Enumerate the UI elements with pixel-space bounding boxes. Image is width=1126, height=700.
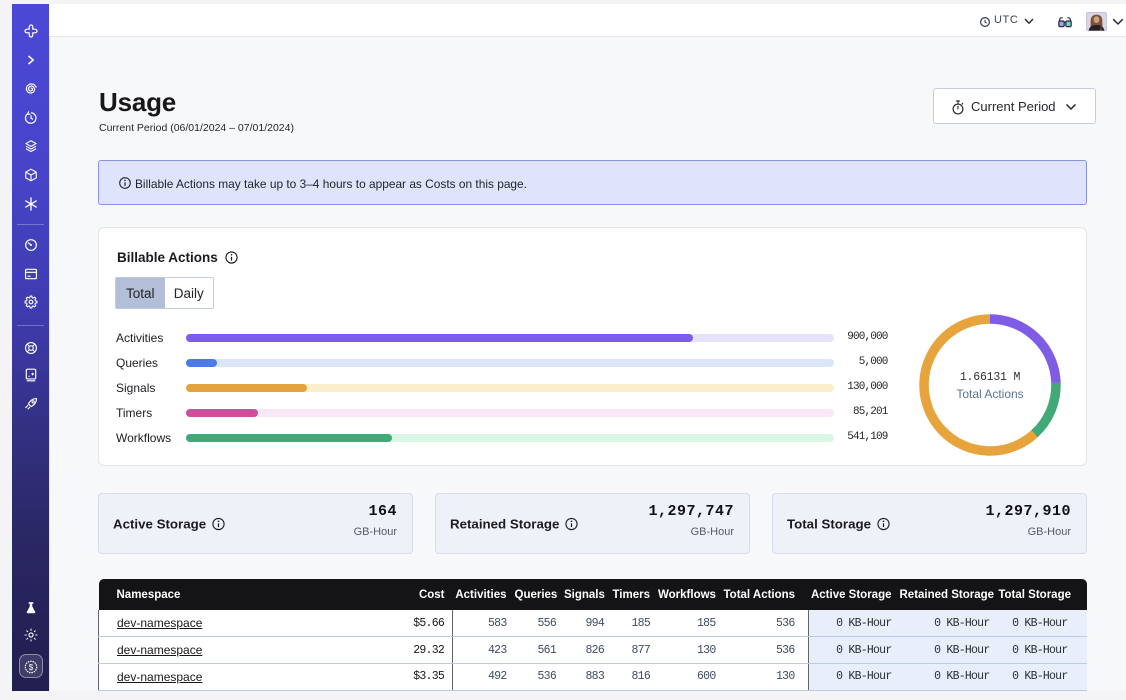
- svg-text:$: $: [29, 662, 34, 671]
